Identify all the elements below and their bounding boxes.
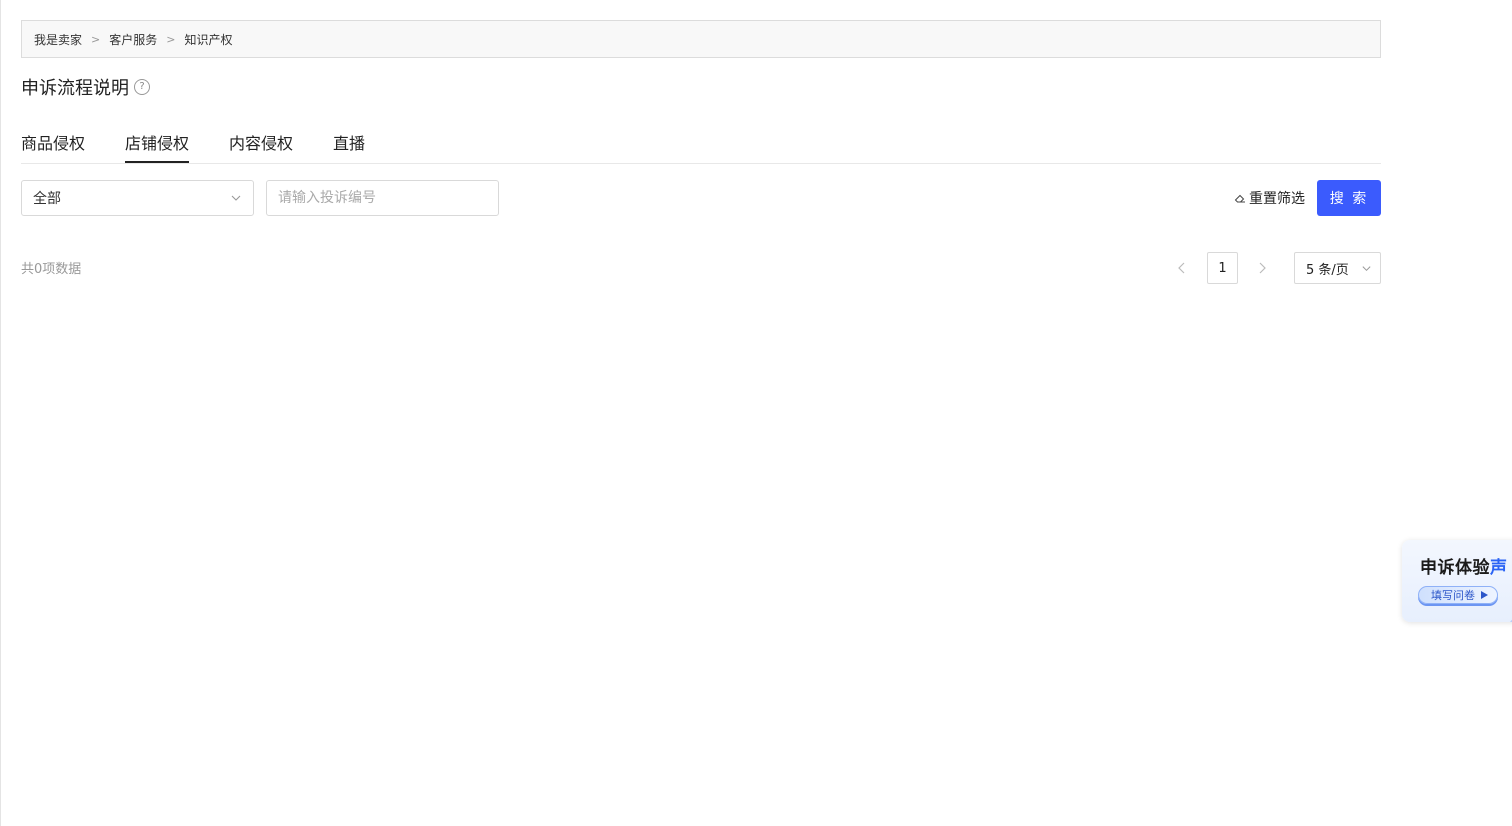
chevron-left-icon: [1178, 262, 1185, 274]
page-size-select[interactable]: 5 条/页: [1294, 252, 1381, 284]
question-circle-icon[interactable]: ?: [134, 79, 150, 95]
play-triangle-icon: [1481, 591, 1488, 599]
breadcrumb-separator: >: [166, 32, 176, 46]
reset-filters-label: 重置筛选: [1249, 191, 1305, 207]
next-page-button[interactable]: [1254, 258, 1270, 278]
fill-survey-label: 填写问卷: [1431, 589, 1475, 602]
search-button[interactable]: 搜 索: [1317, 180, 1381, 216]
survey-widget[interactable]: 申诉体验声 填写问卷: [1402, 540, 1512, 622]
reset-filters-button[interactable]: 重置筛选: [1234, 188, 1305, 208]
breadcrumb-item-customer-service[interactable]: 客户服务: [109, 31, 157, 48]
page-number[interactable]: 1: [1207, 252, 1238, 284]
page-title-row: 申诉流程说明 ?: [21, 74, 150, 100]
eraser-icon: [1234, 194, 1245, 203]
complaint-id-input[interactable]: [266, 180, 499, 216]
chevron-down-icon: [231, 195, 241, 201]
tab-content-infringement[interactable]: 内容侵权: [229, 126, 293, 162]
page-title: 申诉流程说明: [21, 78, 129, 99]
breadcrumb: 我是卖家 > 客户服务 > 知识产权: [21, 20, 1381, 58]
fill-survey-button[interactable]: 填写问卷: [1418, 586, 1498, 604]
breadcrumb-separator: >: [91, 32, 101, 46]
chevron-right-icon: [1259, 262, 1266, 274]
survey-title: 申诉体验声: [1420, 553, 1508, 578]
tab-product-infringement[interactable]: 商品侵权: [21, 126, 85, 162]
page-size-value: 5 条/页: [1306, 262, 1349, 278]
prev-page-button[interactable]: [1174, 258, 1190, 278]
tab-live-stream[interactable]: 直播: [333, 126, 365, 162]
tab-bar: 商品侵权 店铺侵权 内容侵权 直播: [21, 126, 1381, 164]
survey-title-main: 申诉体验: [1420, 558, 1490, 578]
left-border: [0, 0, 1, 826]
status-select[interactable]: 全部: [21, 180, 254, 216]
tab-store-infringement[interactable]: 店铺侵权: [125, 126, 190, 163]
breadcrumb-item-ip: 知识产权: [184, 32, 233, 47]
chevron-down-icon: [1362, 265, 1371, 271]
survey-title-accent: 声: [1490, 558, 1508, 578]
total-count: 共0项数据: [21, 262, 82, 277]
status-select-value: 全部: [33, 191, 61, 207]
decorative-corner-icon: [1510, 619, 1512, 622]
breadcrumb-item-seller[interactable]: 我是卖家: [34, 31, 82, 48]
